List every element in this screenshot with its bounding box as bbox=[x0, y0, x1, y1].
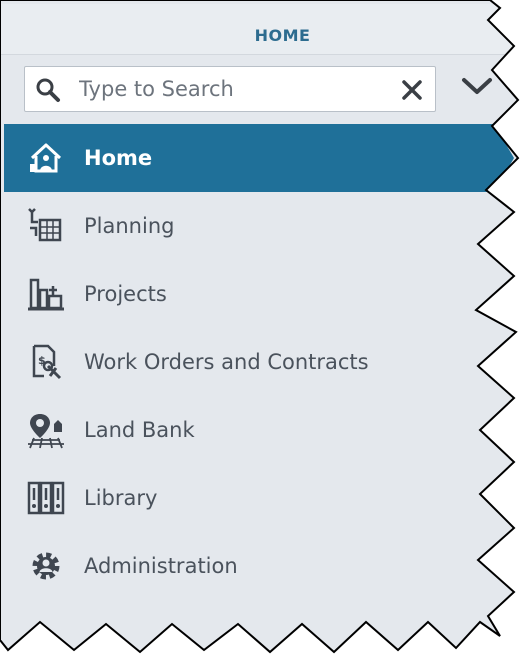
nav-label-library: Library bbox=[84, 486, 158, 510]
page-title: HOME bbox=[254, 26, 311, 45]
nav-item-library[interactable]: Library bbox=[0, 464, 518, 532]
active-indicator bbox=[4, 124, 514, 192]
search-box bbox=[24, 66, 436, 112]
nav-label-work-orders: Work Orders and Contracts bbox=[84, 350, 369, 374]
nav-menu: Home Planning Projects $ Work Orders and… bbox=[0, 124, 518, 600]
work-orders-icon: $ bbox=[32, 344, 62, 380]
header-bar: HOME bbox=[0, 4, 518, 55]
nav-label-administration: Administration bbox=[84, 554, 238, 578]
search-icon bbox=[36, 78, 60, 102]
land-bank-icon bbox=[28, 414, 64, 449]
planning-icon bbox=[28, 208, 62, 242]
projects-icon bbox=[28, 278, 64, 311]
navigation-panel: HOME Home bbox=[0, 0, 518, 652]
nav-item-land-bank[interactable]: Land Bank bbox=[0, 396, 518, 464]
home-icon bbox=[30, 143, 62, 173]
nav-label-projects: Projects bbox=[84, 282, 167, 306]
nav-item-home[interactable]: Home bbox=[0, 124, 518, 192]
close-icon[interactable] bbox=[401, 79, 423, 101]
nav-item-work-orders[interactable]: $ Work Orders and Contracts bbox=[0, 328, 518, 396]
nav-label-home: Home bbox=[84, 146, 153, 170]
administration-icon bbox=[32, 552, 60, 580]
search-input[interactable] bbox=[79, 75, 379, 103]
nav-label-planning: Planning bbox=[84, 214, 175, 238]
nav-item-administration[interactable]: Administration bbox=[0, 532, 518, 600]
nav-label-land-bank: Land Bank bbox=[84, 418, 195, 442]
nav-item-planning[interactable]: Planning bbox=[0, 192, 518, 260]
library-icon bbox=[27, 481, 65, 515]
chevron-down-icon[interactable] bbox=[460, 76, 494, 98]
nav-item-projects[interactable]: Projects bbox=[0, 260, 518, 328]
